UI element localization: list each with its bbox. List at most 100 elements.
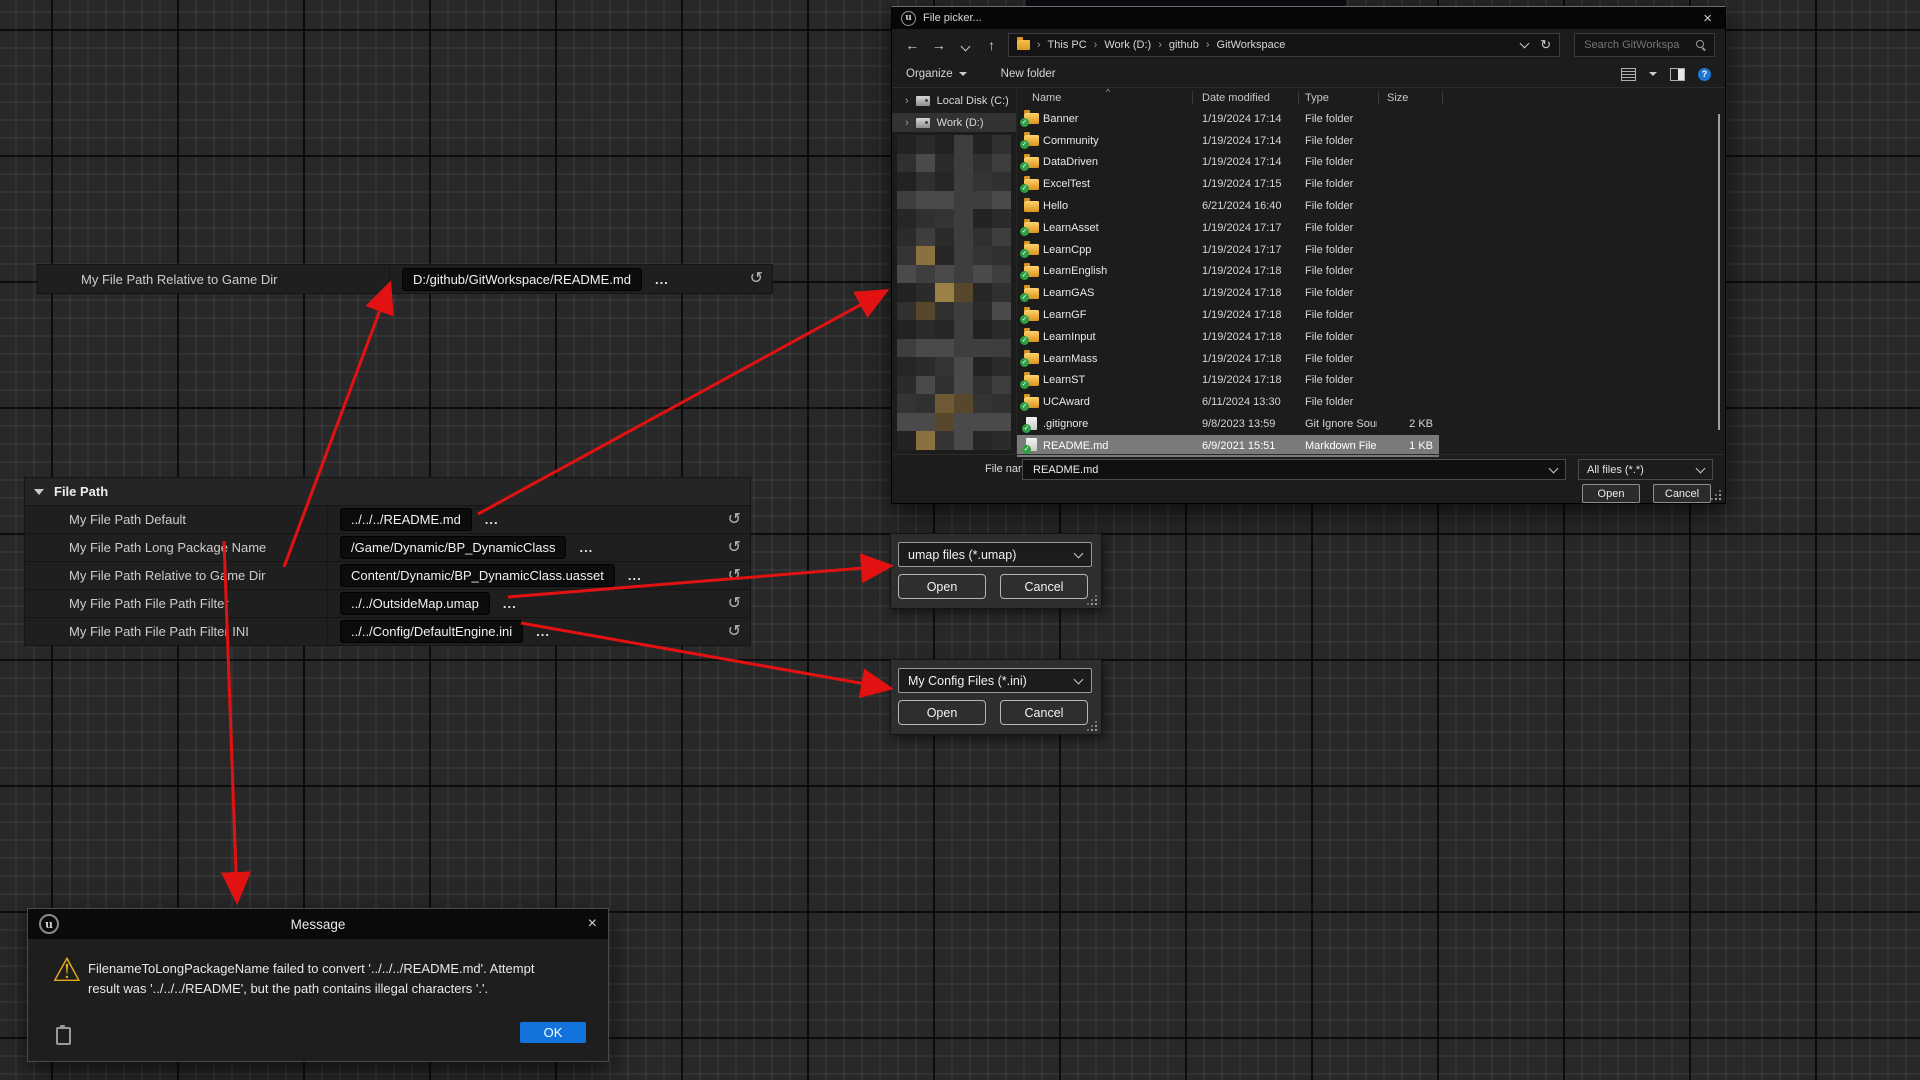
title-bar[interactable]: u File picker... × (892, 7, 1725, 29)
address-bar[interactable]: › This PC › Work (D:) › (1008, 33, 1560, 57)
browse-ellipsis-button[interactable]: ... (628, 568, 642, 583)
open-button[interactable]: Open (898, 574, 986, 599)
resize-grip[interactable] (1088, 596, 1097, 605)
expand-chevron-icon[interactable]: › (905, 117, 909, 129)
reset-to-default-icon[interactable]: ↺ (728, 596, 741, 612)
file-row[interactable]: LearnAsset 1/19/2024 17:17 File folder (1017, 217, 1439, 239)
file-type: File folder (1295, 287, 1377, 299)
reset-to-default-icon[interactable]: ↺ (728, 540, 741, 556)
category-header-file-path[interactable]: File Path (24, 477, 751, 506)
search-box[interactable] (1574, 33, 1715, 57)
breadcrumb-item[interactable]: Work (D:) › (1104, 39, 1162, 51)
refresh-icon[interactable]: ↻ (1540, 37, 1551, 53)
column-divider[interactable] (1192, 91, 1193, 104)
new-folder-button[interactable]: New folder (1001, 68, 1056, 80)
copy-to-clipboard-icon[interactable] (56, 1027, 71, 1045)
title-bar[interactable]: u Message × (28, 909, 608, 939)
help-icon[interactable]: ? (1698, 68, 1711, 81)
column-header-date[interactable]: Date modified (1202, 92, 1270, 104)
reset-to-default-icon[interactable]: ↺ (728, 512, 741, 528)
property-row: My File Path File Path Filter INI ../../… (24, 618, 751, 646)
preview-pane-icon[interactable] (1670, 68, 1685, 81)
expand-chevron-icon[interactable]: › (905, 95, 909, 107)
path-value-field[interactable]: ../../OutsideMap.umap (340, 592, 490, 615)
file-row[interactable]: LearnCpp 1/19/2024 17:17 File folder (1017, 239, 1439, 261)
scrollbar[interactable] (1718, 114, 1720, 430)
breadcrumb-label[interactable]: GitWorkspace (1217, 39, 1286, 51)
column-header-type[interactable]: Type (1305, 92, 1329, 104)
file-row[interactable]: LearnMass 1/19/2024 17:18 File folder (1017, 348, 1439, 370)
view-options-chevron-icon[interactable] (1649, 72, 1657, 76)
file-row[interactable]: Banner 1/19/2024 17:14 File folder (1017, 108, 1439, 130)
file-row[interactable]: ExcelTest 1/19/2024 17:15 File folder (1017, 173, 1439, 195)
search-input[interactable] (1582, 38, 1682, 52)
file-row[interactable]: LearnEnglish 1/19/2024 17:18 File folder (1017, 261, 1439, 283)
file-date-modified: 1/19/2024 17:15 (1192, 178, 1295, 190)
browse-ellipsis-button[interactable]: ... (655, 272, 669, 287)
ok-button[interactable]: OK (520, 1022, 586, 1043)
file-type: Markdown File (1295, 440, 1377, 452)
path-value-field[interactable]: ../../Config/DefaultEngine.ini (340, 620, 523, 643)
drive-list: › Local Disk (C:) › Work (D:) (892, 91, 1016, 132)
close-icon[interactable]: × (588, 916, 597, 932)
file-row[interactable]: LearnST 1/19/2024 17:18 File folder (1017, 370, 1439, 392)
file-row[interactable]: Community 1/19/2024 17:14 File folder (1017, 130, 1439, 152)
file-row[interactable]: UCAward 6/11/2024 13:30 File folder (1017, 391, 1439, 413)
file-row[interactable]: LearnInput 1/19/2024 17:18 File folder (1017, 326, 1439, 348)
resize-grip[interactable] (1712, 491, 1721, 500)
recent-locations-chevron-icon[interactable] (955, 37, 975, 53)
cancel-button[interactable]: Cancel (1653, 484, 1711, 503)
file-type-filter-dropdown[interactable]: My Config Files (*.ini) (898, 668, 1092, 693)
file-row[interactable]: LearnGAS 1/19/2024 17:18 File folder (1017, 282, 1439, 304)
reset-to-default-icon[interactable]: ↺ (728, 624, 741, 640)
forward-icon[interactable]: → (928, 37, 948, 53)
chevron-down-icon[interactable] (1549, 463, 1559, 473)
up-icon[interactable]: ↑ (981, 37, 1001, 53)
cancel-button[interactable]: Cancel (1000, 574, 1088, 599)
open-button[interactable]: Open (1582, 484, 1640, 503)
breadcrumb-item[interactable]: GitWorkspace › (1217, 39, 1286, 51)
back-icon[interactable]: ← (902, 37, 922, 53)
file-row[interactable]: .gitignore 9/8/2023 13:59 Git Ignore Sou… (1017, 413, 1439, 435)
reset-to-default-icon[interactable]: ↺ (750, 271, 763, 287)
browse-ellipsis-button[interactable]: ... (536, 624, 550, 639)
tree-item-drive[interactable]: › Work (D:) (892, 113, 1016, 132)
path-value-field[interactable]: /Game/Dynamic/BP_DynamicClass (340, 536, 566, 559)
tree-item-drive[interactable]: › Local Disk (C:) (892, 91, 1016, 110)
file-type-filter-dropdown[interactable]: All files (*.*) (1578, 459, 1713, 480)
column-header-name[interactable]: Name (1032, 92, 1061, 104)
file-type-filter-dropdown[interactable]: umap files (*.umap) (898, 542, 1092, 567)
open-button[interactable]: Open (898, 700, 986, 725)
breadcrumb-label[interactable]: Work (D:) (1104, 39, 1151, 51)
column-divider[interactable] (1378, 91, 1379, 104)
collapse-triangle-icon[interactable] (34, 489, 44, 495)
ini-filter-dialog: My Config Files (*.ini) Open Cancel (890, 659, 1102, 735)
breadcrumb-item[interactable]: This PC › (1048, 39, 1098, 51)
path-value-field[interactable]: D:/github/GitWorkspace/README.md (402, 268, 642, 291)
file-row[interactable]: DataDriven 1/19/2024 17:14 File folder (1017, 152, 1439, 174)
browse-ellipsis-button[interactable]: ... (503, 596, 517, 611)
column-divider[interactable] (1298, 91, 1299, 104)
breadcrumb-label[interactable]: github (1169, 39, 1199, 51)
breadcrumb-item[interactable]: github › (1169, 39, 1210, 51)
file-type: Git Ignore Source ... (1295, 418, 1377, 430)
resize-grip[interactable] (1088, 722, 1097, 731)
close-icon[interactable]: × (1703, 11, 1716, 26)
file-name-input[interactable] (1031, 463, 1550, 477)
file-type-icon (1024, 135, 1039, 146)
browse-ellipsis-button[interactable]: ... (485, 512, 499, 527)
cancel-button[interactable]: Cancel (1000, 700, 1088, 725)
path-value-field[interactable]: ../../../README.md (340, 508, 472, 531)
column-header-size[interactable]: Size (1387, 92, 1408, 104)
path-value-field[interactable]: Content/Dynamic/BP_DynamicClass.uasset (340, 564, 615, 587)
breadcrumb-label[interactable]: This PC (1048, 39, 1087, 51)
file-name-combobox[interactable] (1022, 459, 1566, 480)
browse-ellipsis-button[interactable]: ... (579, 540, 593, 555)
view-options-icon[interactable] (1621, 68, 1636, 81)
column-divider[interactable] (1442, 91, 1443, 104)
file-row[interactable]: LearnGF 1/19/2024 17:18 File folder (1017, 304, 1439, 326)
address-dropdown-chevron-icon[interactable] (1520, 39, 1530, 49)
organize-menu[interactable]: Organize (906, 68, 967, 80)
reset-to-default-icon[interactable]: ↺ (728, 568, 741, 584)
file-row[interactable]: Hello 6/21/2024 16:40 File folder (1017, 195, 1439, 217)
